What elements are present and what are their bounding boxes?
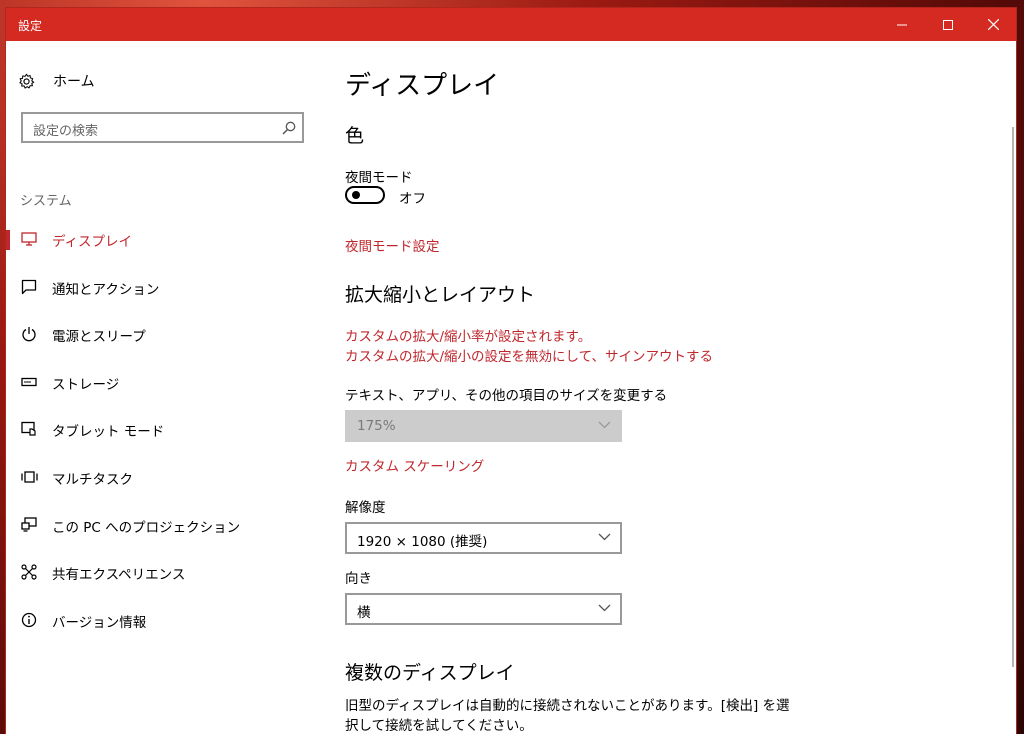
storage-icon <box>21 377 37 387</box>
sidebar-item-label: ストレージ <box>52 377 120 393</box>
maximize-button[interactable] <box>925 8 971 41</box>
window-title: 設定 <box>18 19 43 33</box>
night-mode-settings-link[interactable]: 夜間モード設定 <box>345 235 440 255</box>
sidebar-item-power[interactable]: 電源とスリープ <box>6 314 324 354</box>
shared-experience-icon <box>21 564 37 580</box>
active-indicator <box>6 230 10 250</box>
disable-custom-scale-link[interactable]: カスタムの拡大/縮小の設定を無効にして、サインアウトする <box>345 345 713 365</box>
close-button[interactable] <box>970 8 1016 41</box>
sidebar-item-projection[interactable]: この PC へのプロジェクション <box>6 505 324 545</box>
tablet-mode-icon <box>21 421 36 436</box>
custom-scale-warning: カスタムの拡大/縮小率が設定されます。 <box>345 329 592 345</box>
info-icon <box>21 612 37 628</box>
toggle-knob <box>352 191 360 199</box>
orientation-dropdown[interactable]: 横 <box>345 593 622 625</box>
sidebar-item-label: 通知とアクション <box>52 282 160 298</box>
sidebar-item-label: マルチタスク <box>52 472 133 488</box>
minimize-button[interactable] <box>879 8 925 41</box>
projection-icon <box>21 517 37 532</box>
night-mode-toggle[interactable] <box>345 186 385 204</box>
title-bar[interactable]: 設定 <box>6 8 1016 41</box>
search-input[interactable]: 設定の検索 <box>21 112 304 143</box>
sidebar-item-display[interactable]: ディスプレイ <box>6 219 324 259</box>
multi-display-description: 旧型のディスプレイは自動的に接続されないことがあります。[検出] を選択して接続… <box>345 698 790 734</box>
section-label-system: システム <box>20 194 72 209</box>
sidebar-item-label: ディスプレイ <box>52 234 133 250</box>
search-icon <box>282 121 296 135</box>
orientation-label: 向き <box>345 571 372 587</box>
message-icon <box>21 279 37 295</box>
scrollbar[interactable] <box>1012 127 1014 667</box>
chevron-down-icon <box>598 604 611 612</box>
multitask-icon <box>20 471 38 483</box>
search-placeholder: 設定の検索 <box>33 124 99 139</box>
orientation-value: 横 <box>357 605 371 621</box>
maximize-icon <box>943 19 953 30</box>
scale-dropdown[interactable]: 175% <box>345 410 622 442</box>
minimize-icon <box>897 24 907 25</box>
resolution-value: 1920 × 1080 (推奨) <box>357 534 488 550</box>
section-heading-color: 色 <box>345 125 365 147</box>
settings-window: 設定 ホーム 設定の検索 システム ディスプレイ 通知とアクション 電源とスリー… <box>6 8 1016 734</box>
sidebar-item-label: タブレット モード <box>52 424 165 440</box>
night-mode-state: オフ <box>399 191 426 207</box>
sidebar-item-label: 共有エクスペリエンス <box>52 567 186 583</box>
scale-value: 175% <box>357 418 396 434</box>
close-icon <box>987 19 999 30</box>
chevron-down-icon <box>598 421 611 429</box>
custom-scaling-link[interactable]: カスタム スケーリング <box>345 455 484 475</box>
sidebar-item-label: バージョン情報 <box>52 615 147 631</box>
sidebar-item-shared-experiences[interactable]: 共有エクスペリエンス <box>6 552 324 592</box>
section-heading-multiple-displays: 複数のディスプレイ <box>345 662 515 684</box>
sidebar-item-notifications[interactable]: 通知とアクション <box>6 267 324 307</box>
sidebar-item-about[interactable]: バージョン情報 <box>6 600 324 640</box>
sidebar-item-multitasking[interactable]: マルチタスク <box>6 457 324 497</box>
monitor-icon <box>21 232 37 246</box>
power-icon <box>22 327 36 342</box>
section-heading-scale-layout: 拡大縮小とレイアウト <box>345 284 536 306</box>
resolution-label: 解像度 <box>345 500 386 516</box>
gear-icon <box>19 73 35 89</box>
home-label: ホーム <box>53 74 95 90</box>
main-content: ディスプレイ 色 夜間モード オフ 夜間モード設定 拡大縮小とレイアウト カスタ… <box>324 41 1016 734</box>
sidebar-item-tablet-mode[interactable]: タブレット モード <box>6 409 324 449</box>
night-mode-label: 夜間モード <box>345 170 413 186</box>
page-title: ディスプレイ <box>345 71 500 101</box>
sidebar-item-label: この PC へのプロジェクション <box>52 520 241 536</box>
sidebar-item-label: 電源とスリープ <box>52 329 146 345</box>
sidebar: ホーム 設定の検索 システム ディスプレイ 通知とアクション 電源とスリープ ス… <box>6 41 324 734</box>
chevron-down-icon <box>598 533 611 541</box>
resolution-dropdown[interactable]: 1920 × 1080 (推奨) <box>345 522 622 554</box>
sidebar-item-storage[interactable]: ストレージ <box>6 362 324 402</box>
text-size-label: テキスト、アプリ、その他の項目のサイズを変更する <box>345 388 668 404</box>
home-link[interactable]: ホーム <box>18 71 95 91</box>
